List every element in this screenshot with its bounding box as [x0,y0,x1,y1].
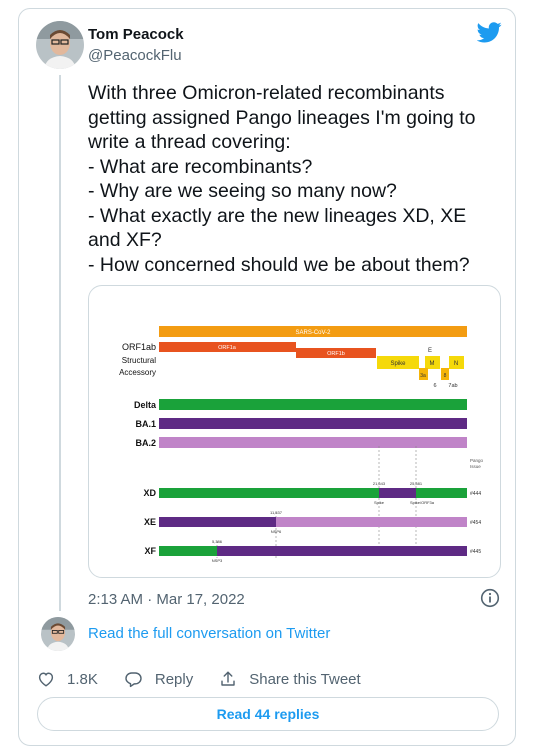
lineage-label-delta: Delta [134,400,157,410]
tweet-line: With three Omicron-related recombinants [88,82,445,104]
tweet-line: - Why are we seeing so many now? [88,180,397,202]
reply-icon [125,672,142,688]
g8-label: 8 [444,373,447,379]
author-handle[interactable]: @PeacockFlu [88,47,182,64]
twitter-bird-icon[interactable] [477,22,502,43]
xd-breakpoint-2: 25,581 [410,481,423,486]
tweet-line: getting assigned Pango lineages I'm goin… [88,106,476,129]
n-label: N [454,361,458,367]
xf-breakpoint-1: 5,386 [212,539,223,544]
xd-segment-delta [159,488,379,498]
like-count: 1.8K [67,670,98,688]
xf-segment-ba1 [217,546,467,556]
xe-segment-ba2 [276,517,467,527]
xf-issue: #445 [470,549,481,555]
m-label: M [430,361,435,367]
row-label-orf1ab: ORF1ab [122,342,156,352]
thread-line [59,75,61,611]
xd-segment-ba1 [379,488,416,498]
xf-segment-delta [159,546,217,556]
lineage-bar-ba2 [159,437,467,448]
tweet-card: Tom Peacock @PeacockFlu With three Omicr… [18,8,516,746]
xe-issue: #454 [470,520,481,526]
lineage-bar-ba1 [159,418,467,429]
xd-segment-delta [416,488,467,498]
recombinant-label-xd: XD [143,488,156,498]
read-conversation-link[interactable]: Read the full conversation on Twitter [88,625,330,642]
info-icon[interactable] [480,588,500,608]
tweet-text: With three Omicron-related recombinants … [88,81,508,277]
g7ab-label: 7ab [448,383,457,389]
xe-annot-1: NSP6 [271,529,282,534]
share-icon [221,671,235,686]
tweet-line: - What exactly are the new lineages XD, … [88,204,467,227]
avatar[interactable] [36,21,84,69]
spike-label: Spike [390,361,406,367]
xd-annot-1: Spike [374,500,385,505]
xf-annot-1: NSP3 [212,558,223,563]
lineage-label-ba2: BA.2 [135,438,156,448]
reply-label: Reply [154,670,194,688]
lineage-bar-delta [159,399,467,410]
share-button[interactable]: Share this Tweet [219,670,361,688]
g6-label: 6 [433,383,436,389]
xd-breakpoint-1: 21,643 [373,481,386,486]
recombinant-label-xe: XE [144,517,156,527]
orf1b-label: ORF1b [327,351,345,357]
tweet-media-image[interactable]: SARS-CoV-2 ORF1ab Structural Accessory O… [88,285,501,578]
row-label-accessory: Accessory [119,368,156,377]
heart-icon [38,672,54,687]
read-replies-button[interactable]: Read 44 replies [37,697,499,731]
xd-issue: #444 [470,491,481,497]
tweet-line: - What are recombinants? [88,155,313,178]
tweet-line: - How concerned should we be about them? [88,253,470,276]
tweet-line: and XF? [88,229,162,251]
lineage-label-ba1: BA.1 [135,419,156,429]
xd-annot-2: Spike/ORF3a [410,500,435,505]
xe-segment-ba1 [159,517,276,527]
pango-issue-word: Pango [470,458,484,463]
tweet-actions: 1.8K Reply Share this Tweet [37,667,387,691]
orf1a-label: ORF1a [218,345,237,351]
genome-label: SARS-CoV-2 [295,330,331,336]
g3a-label: 3a [420,373,426,379]
tweet-line: write a thread covering: [88,131,291,153]
share-label: Share this Tweet [249,670,361,688]
row-label-structural: Structural [122,356,156,365]
pango-issue-word: Issue [470,464,481,469]
xe-breakpoint-1: 11,537 [270,510,283,515]
recombinant-label-xf: XF [144,546,156,556]
tweet-timestamp[interactable]: 2:13 AM · Mar 17, 2022 [88,591,245,608]
reply-button[interactable]: Reply [124,670,193,688]
e-label: E [428,348,432,354]
avatar-small[interactable] [41,617,75,651]
recombinant-genome-figure: SARS-CoV-2 ORF1ab Structural Accessory O… [119,326,484,563]
pango-issue-header: Pango Issue [470,458,484,469]
author-name[interactable]: Tom Peacock [88,26,184,43]
like-button[interactable]: 1.8K [37,670,98,688]
